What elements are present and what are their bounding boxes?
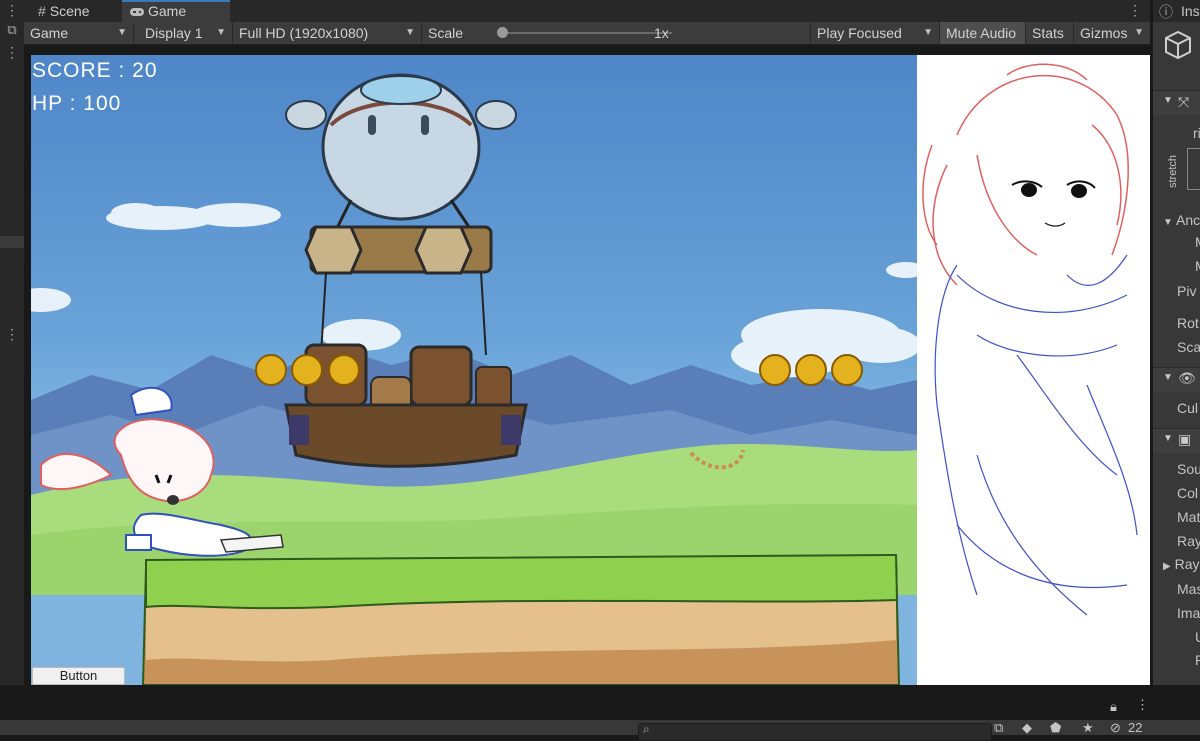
dress-lines	[934, 254, 1138, 616]
kebab-menu-icon[interactable]: ⋮	[0, 2, 24, 19]
eye-icon: 👁	[1178, 370, 1196, 386]
chevron-down-icon: ▼	[923, 27, 933, 38]
tab-game-label: Game	[148, 3, 187, 19]
display-dropdown[interactable]: Display 1 ▼	[139, 22, 233, 44]
open-in-window-icon[interactable]: ⧉	[994, 720, 1003, 736]
pivot-label: Piv	[1177, 283, 1197, 299]
foldout-arrow-icon: ▼	[1163, 217, 1173, 228]
stretch-label: stretch	[1167, 154, 1179, 188]
lock-window-icon[interactable]: ⧉	[0, 22, 24, 38]
game-view-toolbar: Game ▼ Display 1 ▼ Full HD (1920x1080) ▼ Sc…	[24, 22, 1150, 45]
kebab-menu-icon[interactable]: ⋮	[1136, 697, 1149, 713]
hash-grid-icon: #	[38, 3, 46, 19]
character-sketch-image	[917, 55, 1150, 685]
foldout-arrow-icon: ▼	[1163, 95, 1173, 106]
chevron-down-icon: ▼	[216, 27, 226, 38]
rect-transform-icon: ⤧	[1178, 94, 1190, 110]
chevron-down-icon: ▼	[1134, 27, 1144, 38]
scale-field-label: Sca	[1177, 339, 1200, 355]
ui-button[interactable]: Button	[32, 667, 125, 685]
favorite-star-icon[interactable]: ★	[1082, 720, 1094, 736]
display-mode-label: Game	[30, 25, 69, 41]
hp-text: HP : 100	[32, 92, 122, 115]
inspector-field: M	[1195, 258, 1200, 274]
foldout-arrow-icon: ▶	[1163, 561, 1171, 572]
tab-scene[interactable]: # Scene	[30, 0, 120, 22]
cube-icon	[1163, 30, 1193, 60]
airship	[284, 73, 528, 468]
raycast-target-label: Ray	[1177, 533, 1200, 549]
project-toolbar: ⌕ ⧉ ◆ ⬟ ★ ⊘ 22	[0, 720, 1200, 741]
inspector-field: U	[1195, 629, 1200, 645]
inspector-field: ri	[1193, 125, 1200, 141]
hidden-count: 22	[1128, 720, 1143, 735]
gamepad-icon	[130, 2, 144, 21]
kebab-menu-icon[interactable]: ⋮	[0, 44, 24, 61]
tab-scene-label: Scene	[49, 3, 90, 19]
tab-game[interactable]: Game	[122, 0, 230, 22]
resolution-dropdown[interactable]: Full HD (1920x1080) ▼	[233, 22, 422, 44]
source-label: Sou	[1177, 461, 1200, 477]
coin-row-left	[255, 354, 360, 386]
image-type-label: Ima	[1177, 605, 1200, 621]
kebab-menu-icon[interactable]: ⋮	[1128, 2, 1142, 19]
coin-row-right	[759, 354, 863, 386]
inspector-tab-label: Ins	[1181, 3, 1200, 19]
chevron-down-icon: ▼	[117, 27, 127, 38]
image-icon: ▣	[1178, 431, 1192, 447]
game-viewport[interactable]: SCORE : 20 HP : 100 Button	[31, 55, 917, 685]
anchors-label: Anc	[1176, 212, 1200, 228]
kebab-menu-icon[interactable]: ⋮	[0, 326, 24, 343]
foldout-arrow-icon: ▼	[1163, 372, 1173, 383]
search-input[interactable]: ⌕	[638, 722, 992, 741]
material-label: Mat	[1177, 509, 1200, 525]
divider	[0, 236, 24, 248]
inspector-field: P	[1195, 652, 1200, 668]
cull-label: Cul	[1177, 400, 1199, 416]
rotation-label: Rot	[1177, 315, 1199, 331]
scale-value: 1x	[654, 25, 669, 41]
game-scene-art	[31, 73, 917, 685]
scale-label: Scale	[428, 25, 464, 41]
raycast-padding-label: Ray	[1174, 556, 1200, 572]
scale-slider-thumb[interactable]	[497, 27, 508, 38]
face-lines	[1011, 180, 1096, 227]
display-mode-dropdown[interactable]: Game ▼	[24, 22, 134, 44]
stats-label: Stats	[1032, 25, 1064, 41]
bottom-panel-header: 🔒︎ ⋮	[0, 685, 1200, 720]
image-component-header[interactable]: ▼ ▣	[1153, 428, 1200, 453]
display-label: Display 1	[145, 25, 203, 41]
inspector-tab[interactable]: ⓘ Ins	[1153, 0, 1200, 22]
inspector-field: M	[1195, 234, 1200, 250]
inspector-panel: ⓘ Ins ▼ ⤧ ri stretch ▼ Anc M M Piv Rot S…	[1150, 0, 1200, 685]
gizmos-dropdown[interactable]: Gizmos ▼	[1074, 22, 1150, 44]
anchor-preset-box[interactable]	[1187, 148, 1200, 190]
canvas-renderer-header[interactable]: ▼ 👁	[1153, 367, 1200, 392]
lock-icon[interactable]: 🔒︎	[1110, 699, 1117, 715]
view-tab-bar: # Scene Game ⋮	[24, 0, 1150, 22]
stats-toggle[interactable]: Stats	[1026, 22, 1074, 44]
scale-slider-track[interactable]	[502, 32, 672, 34]
left-dock-strip: ⋮ ⧉ ⋮ ⋮	[0, 0, 24, 735]
play-mode-label: Play Focused	[817, 25, 902, 41]
filter-by-type-icon[interactable]: ◆	[1022, 720, 1032, 736]
info-icon: ⓘ	[1159, 4, 1173, 20]
rect-transform-header[interactable]: ▼ ⤧	[1153, 90, 1200, 115]
maskable-label: Mas	[1177, 581, 1200, 597]
chevron-down-icon: ▼	[405, 27, 415, 38]
play-mode-dropdown[interactable]: Play Focused ▼	[810, 22, 940, 44]
ground-grass	[145, 553, 899, 610]
resolution-label: Full HD (1920x1080)	[239, 25, 369, 41]
mute-audio-label: Mute Audio	[946, 25, 1017, 41]
foldout-arrow-icon: ▼	[1163, 433, 1173, 444]
gizmos-label: Gizmos	[1080, 25, 1128, 41]
mute-audio-toggle[interactable]: Mute Audio	[940, 22, 1026, 44]
hair-lines	[922, 63, 1129, 286]
hidden-eye-icon[interactable]: ⊘	[1110, 720, 1121, 736]
score-text: SCORE : 20	[32, 59, 158, 82]
color-label: Col	[1177, 485, 1199, 501]
filter-by-label-icon[interactable]: ⬟	[1050, 720, 1061, 736]
